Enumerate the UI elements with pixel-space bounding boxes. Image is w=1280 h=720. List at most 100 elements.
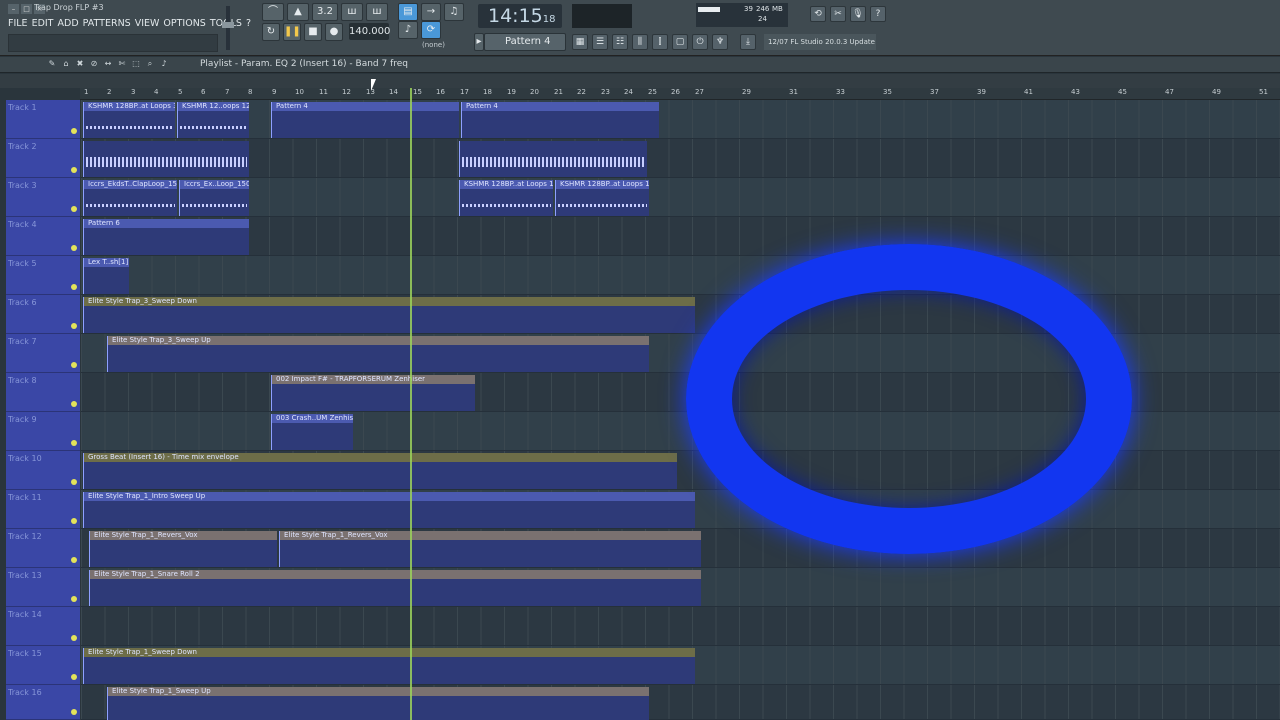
mute-led-icon[interactable] [71, 596, 77, 602]
track-header[interactable]: Track 12 [6, 529, 80, 568]
track-header[interactable]: Track 11 [6, 490, 80, 529]
tempo-display[interactable]: 140.000 [349, 23, 390, 40]
blend-notes-icon[interactable]: ♪ [398, 21, 418, 39]
audio-clip[interactable]: Elite Style Trap_3_Sweep Up [107, 336, 649, 372]
audio-clip[interactable]: KSHMR 12..oops 12 [177, 102, 249, 138]
mute-led-icon[interactable] [71, 709, 77, 715]
audio-clip[interactable]: 003 Crash..UM Zenhiser [271, 414, 353, 450]
audio-clip[interactable]: Iccrs_Ex..Loop_150 [179, 180, 249, 216]
mute-led-icon[interactable] [71, 674, 77, 680]
track-lane[interactable] [81, 607, 1280, 646]
audio-clip[interactable]: KSHMR 128BP..at Loops 32 [83, 102, 175, 138]
restore-icon[interactable]: □ [21, 4, 32, 14]
mute-led-icon[interactable] [71, 557, 77, 563]
mute-led-icon[interactable] [71, 245, 77, 251]
piano-roll-icon[interactable]: ☰ [592, 34, 608, 50]
menu-patterns[interactable]: PATTERNS [83, 18, 131, 29]
timeline-ruler[interactable]: 1 2 3 4 5 6 7 8 9 10 11 12 13 14 15 16 1… [80, 88, 1280, 100]
track-header[interactable]: Track 13 [6, 568, 80, 607]
track-lane[interactable]: Elite Style Trap_1_Revers_Vox Elite Styl… [81, 529, 1280, 568]
track-lane[interactable]: Elite Style Trap_1_Intro Sweep Up [81, 490, 1280, 529]
track-lane[interactable]: Elite Style Trap_1_Sweep Up [81, 685, 1280, 720]
audio-clip[interactable]: 002 Impact F# - TRAPFORSERUM Zenhiser [271, 375, 475, 411]
menu-options[interactable]: OPTIONS [163, 18, 205, 29]
audio-clip[interactable]: Elite Style Trap_1_Revers_Vox [279, 531, 701, 567]
mute-led-icon[interactable] [71, 635, 77, 641]
master-volume-slider[interactable] [226, 6, 230, 50]
pattern-clip[interactable]: Pattern 6 [83, 219, 249, 255]
waveform-icon[interactable]: ш [341, 3, 363, 21]
help-icon[interactable]: ? [870, 6, 886, 22]
audio-clip[interactable] [459, 141, 647, 177]
zoom-tool-icon[interactable]: ⌕ [144, 59, 156, 71]
undo-icon[interactable]: ⟲ [810, 6, 826, 22]
menu-add[interactable]: ADD [58, 18, 79, 29]
pattern-clip[interactable]: Pattern 4 [271, 102, 459, 138]
record-icon[interactable]: ● [325, 23, 343, 41]
channel-rack-icon[interactable]: ⫼ [632, 34, 648, 50]
tempo-tapper-icon[interactable]: ♆ [712, 34, 728, 50]
cut-icon[interactable]: ✂ [830, 6, 846, 22]
track-lane[interactable]: KSHMR 128BP..at Loops 32 KSHMR 12..oops … [81, 100, 1280, 139]
delete-tool-icon[interactable]: ✖ [74, 59, 86, 71]
track-header[interactable]: Track 5 [6, 256, 80, 295]
playhead[interactable] [410, 88, 412, 720]
project-icon[interactable]: ▢ [672, 34, 688, 50]
playback-tool-icon[interactable]: ♪ [158, 59, 170, 71]
mute-led-icon[interactable] [71, 479, 77, 485]
audio-clip[interactable]: Elite Style Trap_1_Intro Sweep Up [83, 492, 695, 528]
paint-tool-icon[interactable]: ⌂ [60, 59, 72, 71]
audio-clip[interactable]: Elite Style Trap_1_Snare Roll 2 [89, 570, 701, 606]
mute-led-icon[interactable] [71, 128, 77, 134]
track-header[interactable]: Track 15 [6, 646, 80, 685]
track-lane[interactable] [81, 139, 1280, 178]
typing-keyboard-icon[interactable]: ▤ [398, 3, 418, 21]
slice-tool-icon[interactable]: ✄ [116, 59, 128, 71]
playlist-icon[interactable]: ▦ [572, 34, 588, 50]
pattern-mode-button[interactable]: ⌒ [262, 3, 284, 21]
track-header[interactable]: Track 14 [6, 607, 80, 646]
audio-clip[interactable] [83, 141, 249, 177]
mute-led-icon[interactable] [71, 323, 77, 329]
audio-clip[interactable]: Lex T..sh[1] [83, 258, 129, 294]
track-header[interactable]: Track 16 [6, 685, 80, 720]
track-header[interactable]: Track 3 [6, 178, 80, 217]
mute-led-icon[interactable] [71, 362, 77, 368]
mute-led-icon[interactable] [71, 518, 77, 524]
pause-icon[interactable]: ❚❚ [283, 23, 301, 41]
audio-clip[interactable]: Elite Style Trap_3_Sweep Down [83, 297, 695, 333]
browser-icon[interactable]: ☷ [612, 34, 628, 50]
metronome-icon[interactable]: ▲ [287, 3, 309, 21]
track-header[interactable]: Track 10 [6, 451, 80, 490]
audio-clip[interactable]: Iccrs_EkdsT..ClapLoop_150 [83, 180, 177, 216]
track-header[interactable]: Track 6 [6, 295, 80, 334]
select-tool-icon[interactable]: ⬚ [130, 59, 142, 71]
update-notice[interactable]: 12/07 FL Studio 20.0.3 Update [764, 34, 876, 50]
mute-led-icon[interactable] [71, 440, 77, 446]
master-volume-knob[interactable] [222, 22, 234, 28]
automation-clip[interactable]: Gross Beat (Insert 16) - Time mix envelo… [83, 453, 677, 489]
track-header[interactable]: Track 1 [6, 100, 80, 139]
minimize-icon[interactable]: – [8, 4, 19, 14]
track-lane[interactable]: Iccrs_EkdsT..ClapLoop_150 Iccrs_Ex..Loop… [81, 178, 1280, 217]
track-header[interactable]: Track 2 [6, 139, 80, 178]
mute-tool-icon[interactable]: ⊘ [88, 59, 100, 71]
menu-edit[interactable]: EDIT [32, 18, 54, 29]
mute-led-icon[interactable] [71, 401, 77, 407]
slip-tool-icon[interactable]: ↔ [102, 59, 114, 71]
snap-selector[interactable]: (none) [422, 41, 445, 49]
stop-icon[interactable]: ■ [304, 23, 322, 41]
menu-file[interactable]: FILE [8, 18, 28, 29]
pattern-prev-icon[interactable]: ▸ [474, 33, 484, 51]
link-icon[interactable]: ⟳ [421, 21, 441, 39]
loop-icon[interactable]: ↻ [262, 23, 280, 41]
mute-led-icon[interactable] [71, 167, 77, 173]
track-header[interactable]: Track 4 [6, 217, 80, 256]
time-display[interactable]: 14:1518 [478, 4, 562, 28]
download-icon[interactable]: ⤓ [740, 34, 756, 50]
draw-tool-icon[interactable]: ✎ [46, 59, 58, 71]
audio-clip[interactable]: Elite Style Trap_1_Revers_Vox [89, 531, 277, 567]
mute-led-icon[interactable] [71, 206, 77, 212]
song-mode-button[interactable]: 3.2 [312, 3, 338, 21]
track-lane[interactable]: Elite Style Trap_1_Sweep Down [81, 646, 1280, 685]
